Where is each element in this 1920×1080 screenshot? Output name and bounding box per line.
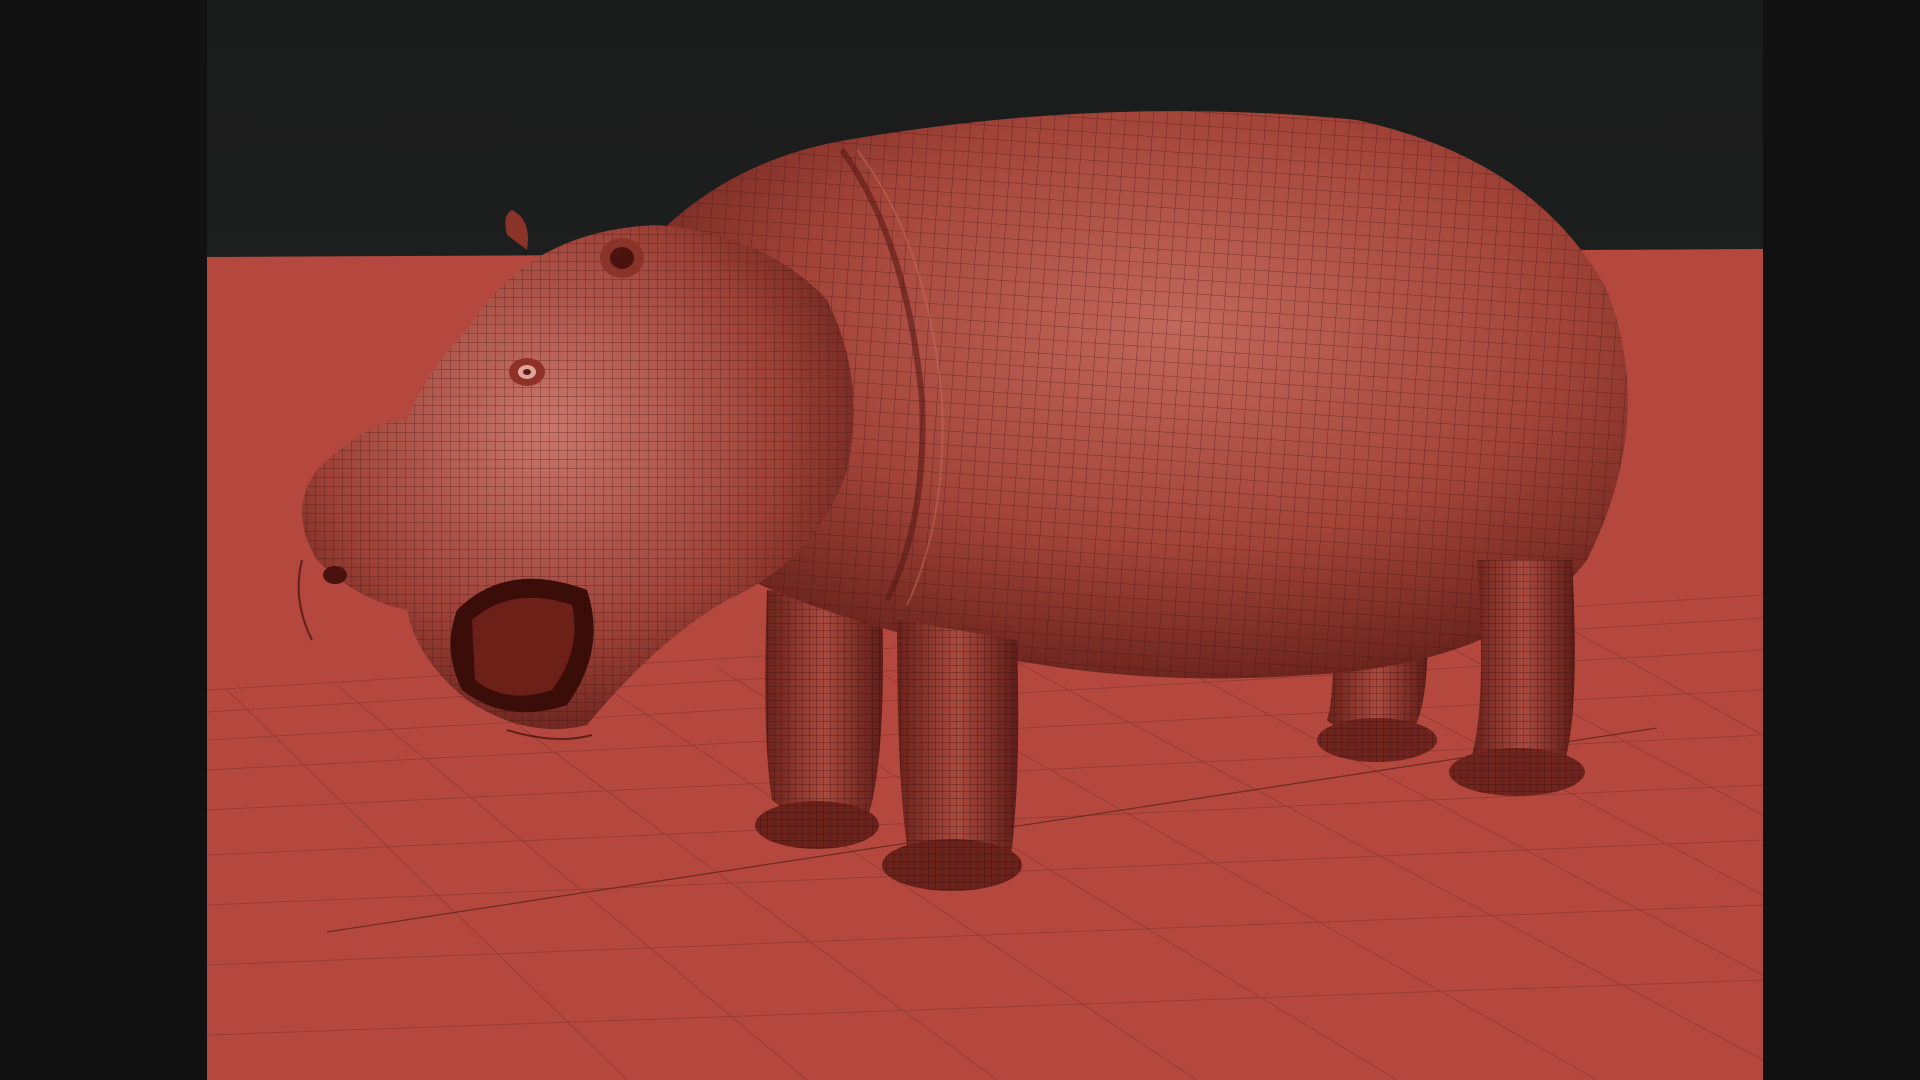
app-window	[0, 0, 1920, 1080]
viewport-canvas[interactable]	[207, 0, 1763, 1080]
3d-viewport[interactable]	[207, 0, 1763, 1080]
